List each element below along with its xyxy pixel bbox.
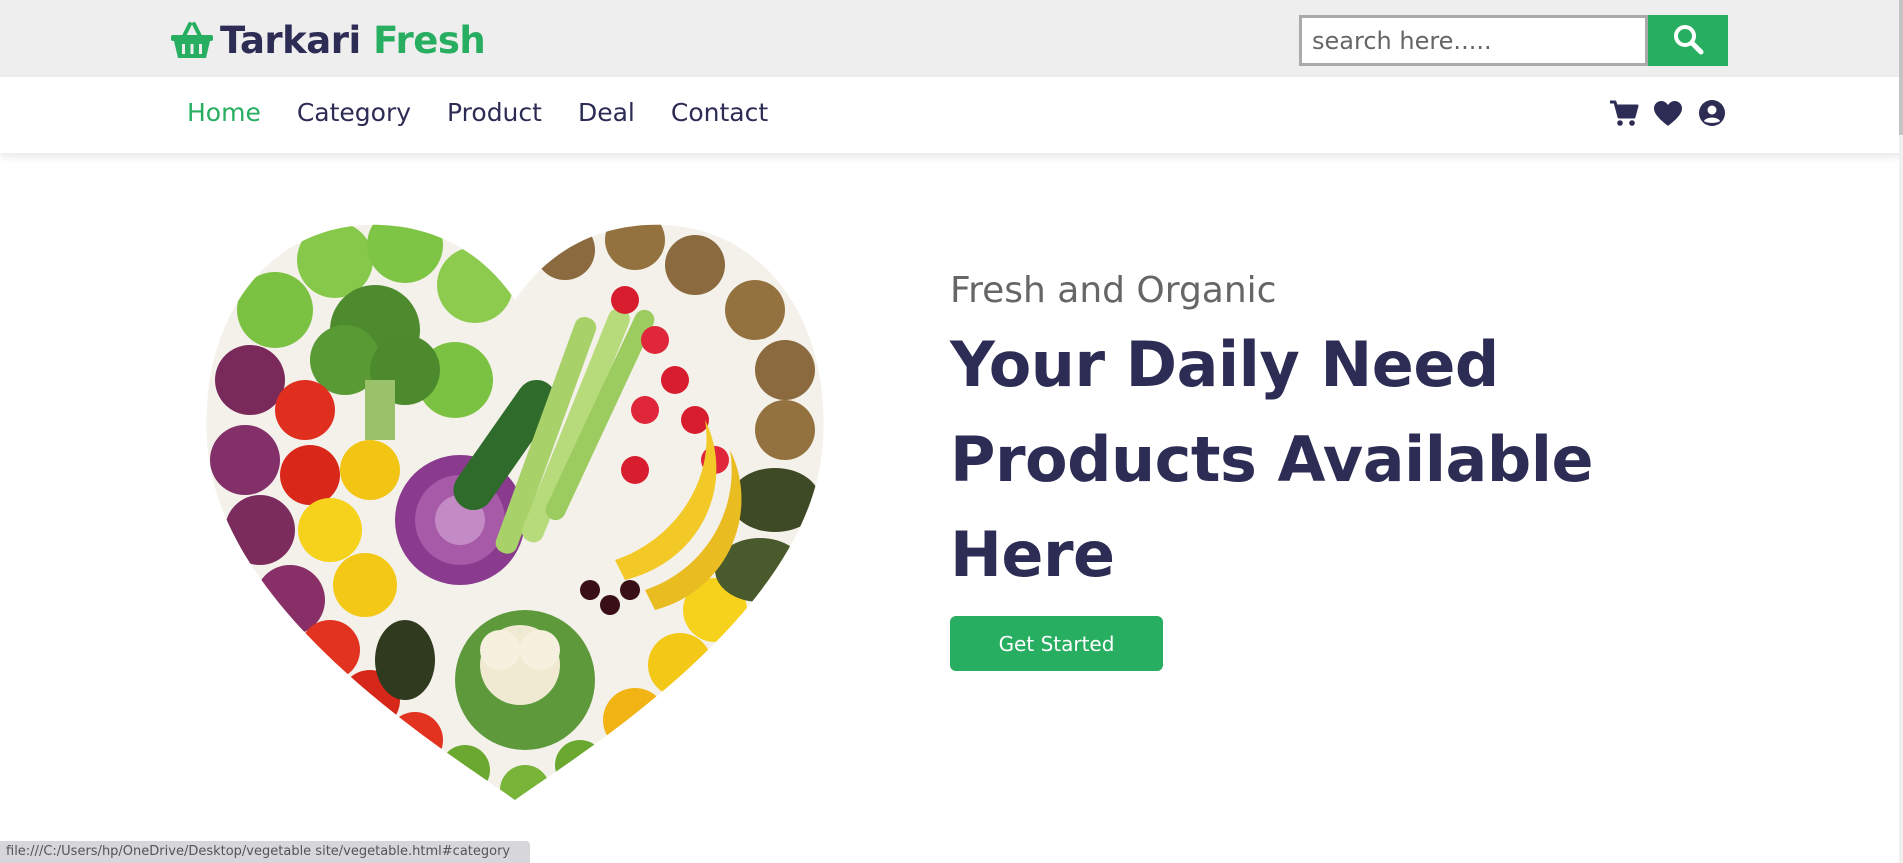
nav-links: Home Category Product Deal Contact	[187, 98, 768, 127]
cart-icon[interactable]	[1609, 98, 1639, 128]
hero-content: Fresh and Organic Your Daily Need Produc…	[950, 270, 1750, 671]
brand-logo[interactable]: Tarkari Fresh	[170, 16, 486, 64]
heart-shaped-vegetables-and-fruits-image	[195, 210, 835, 815]
nav-icons	[1609, 98, 1727, 128]
page-scrollbar[interactable]	[1899, 0, 1903, 863]
search-icon	[1672, 23, 1704, 59]
hero-kicker: Fresh and Organic	[950, 270, 1277, 311]
get-started-button[interactable]: Get Started	[950, 616, 1163, 671]
top-header: Tarkari Fresh	[0, 0, 1903, 77]
search-button[interactable]	[1648, 15, 1728, 66]
brand-name: Tarkari Fresh	[220, 18, 486, 62]
scrollbar-thumb[interactable]	[1899, 0, 1903, 135]
basket-icon	[170, 18, 214, 62]
main-navbar: Home Category Product Deal Contact	[0, 77, 1903, 153]
user-circle-icon[interactable]	[1697, 98, 1727, 128]
hero-title: Your Daily Need Products Available Here	[950, 328, 1594, 591]
brand-name-primary: Tarkari	[220, 18, 361, 62]
nav-link-home[interactable]: Home	[187, 98, 261, 127]
nav-link-deal[interactable]: Deal	[578, 98, 635, 127]
nav-link-contact[interactable]: Contact	[671, 98, 768, 127]
browser-status-url: file:///C:/Users/hp/OneDrive/Desktop/veg…	[0, 841, 530, 863]
nav-link-product[interactable]: Product	[447, 98, 542, 127]
search-input[interactable]	[1299, 15, 1648, 66]
brand-name-accent: Fresh	[373, 18, 486, 62]
heart-icon[interactable]	[1653, 98, 1683, 128]
search-form	[1299, 15, 1728, 66]
nav-link-category[interactable]: Category	[297, 98, 411, 127]
